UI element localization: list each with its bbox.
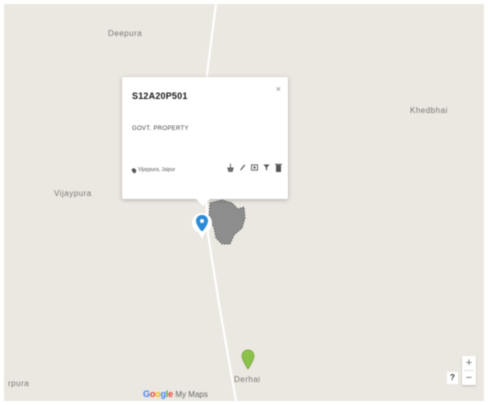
zoom-out-button[interactable]: − xyxy=(462,371,476,385)
style-icon[interactable] xyxy=(227,163,234,172)
popup-subtitle: GOVT. PROPERTY xyxy=(132,126,189,132)
edit-icon[interactable] xyxy=(239,163,246,172)
place-label-erpura: rpura xyxy=(8,379,30,388)
map-canvas[interactable]: Deepura Khedbhai Vijaypura Derhai rpura … xyxy=(4,4,484,401)
popup-location[interactable]: Vijaypura, Jaipur xyxy=(130,166,176,174)
place-label-derhai: Derhai xyxy=(234,375,261,384)
parcel-polygon xyxy=(208,199,246,245)
place-label-khedbhai: Khedbhai xyxy=(410,106,448,115)
selected-marker-icon[interactable] xyxy=(192,212,212,242)
delete-icon[interactable] xyxy=(275,163,282,172)
map-base-layer xyxy=(202,4,246,401)
zoom-control: + − xyxy=(462,356,476,385)
popup-location-text: Vijaypura, Jaipur xyxy=(138,167,176,173)
zoom-in-button[interactable]: + xyxy=(462,356,476,370)
place-label-vijaypura: Vijaypura xyxy=(54,189,92,198)
google-wordmark: Google xyxy=(143,389,173,399)
filter-icon[interactable] xyxy=(263,163,270,172)
my-maps-label: My Maps xyxy=(175,390,208,399)
close-icon[interactable]: × xyxy=(276,84,281,94)
info-popup: × S12A20P501 GOVT. PROPERTY Vijaypura, J… xyxy=(122,77,288,206)
map-marker-icon[interactable] xyxy=(241,349,255,371)
popup-title: S12A20P501 xyxy=(132,91,188,101)
popup-toolbar xyxy=(227,163,282,172)
help-button[interactable]: ? xyxy=(447,372,458,384)
photo-icon[interactable] xyxy=(251,163,258,172)
popup-pointer xyxy=(196,199,210,206)
map-frame: Deepura Khedbhai Vijaypura Derhai rpura … xyxy=(0,0,488,405)
google-my-maps-logo: Google My Maps xyxy=(143,389,208,399)
location-pin-icon xyxy=(130,166,138,174)
place-label-deepura: Deepura xyxy=(108,29,143,38)
